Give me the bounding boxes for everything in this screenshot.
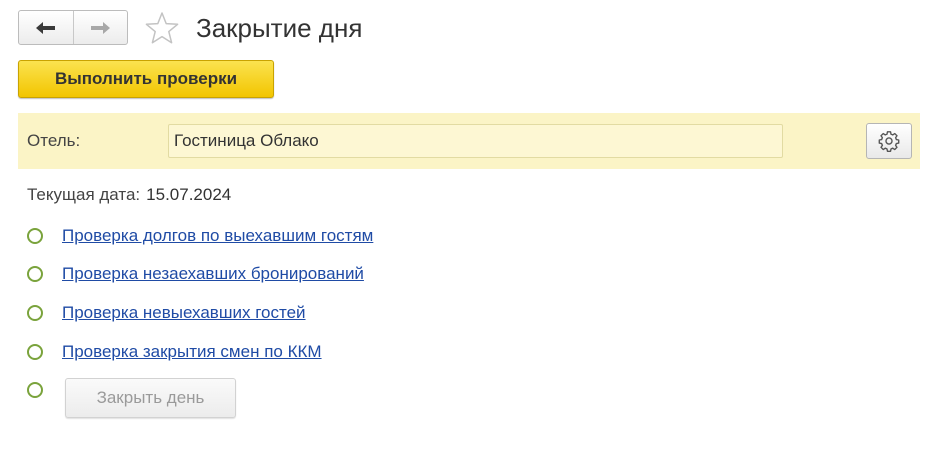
check-not-checked-out-link[interactable]: Проверка невыехавших гостей	[62, 303, 306, 323]
check-no-show-link[interactable]: Проверка незаехавших бронирований	[62, 264, 364, 284]
hotel-label: Отель:	[27, 131, 81, 150]
status-circle-icon	[27, 228, 43, 244]
close-day-status	[27, 378, 62, 402]
current-date: Текущая дата: 15.07.2024	[27, 185, 231, 205]
star-icon	[145, 12, 179, 44]
hotel-panel: Отель: Гостиница Облако	[18, 113, 920, 169]
settings-button[interactable]	[866, 123, 912, 159]
check-item: Проверка долгов по выехавшим гостям	[27, 224, 373, 248]
check-item: Проверка закрытия смен по ККМ	[27, 340, 322, 364]
page-title: Закрытие дня	[196, 13, 363, 43]
check-item: Проверка незаехавших бронирований	[27, 262, 364, 286]
close-day-button[interactable]: Закрыть день	[65, 378, 236, 418]
status-circle-icon	[27, 266, 43, 282]
navigation-buttons	[18, 10, 128, 45]
status-circle-icon	[27, 382, 43, 398]
run-checks-button[interactable]: Выполнить проверки	[18, 60, 274, 98]
hotel-field[interactable]: Гостиница Облако	[168, 124, 783, 158]
favorite-button[interactable]	[143, 10, 181, 46]
check-kkm-shifts-link[interactable]: Проверка закрытия смен по ККМ	[62, 342, 322, 362]
current-date-value: 15.07.2024	[146, 185, 232, 204]
check-debts-link[interactable]: Проверка долгов по выехавшим гостям	[62, 226, 373, 246]
current-date-label: Текущая дата:	[27, 185, 141, 204]
check-item: Проверка невыехавших гостей	[27, 301, 306, 325]
status-circle-icon	[27, 344, 43, 360]
gear-icon	[878, 131, 900, 152]
arrow-left-icon	[35, 21, 55, 34]
close-day-form: Закрытие дня Выполнить проверки Отель: Г…	[0, 0, 952, 455]
back-button[interactable]	[19, 11, 73, 44]
arrow-right-icon	[91, 21, 111, 34]
status-circle-icon	[27, 305, 43, 321]
forward-button[interactable]	[72, 11, 128, 44]
